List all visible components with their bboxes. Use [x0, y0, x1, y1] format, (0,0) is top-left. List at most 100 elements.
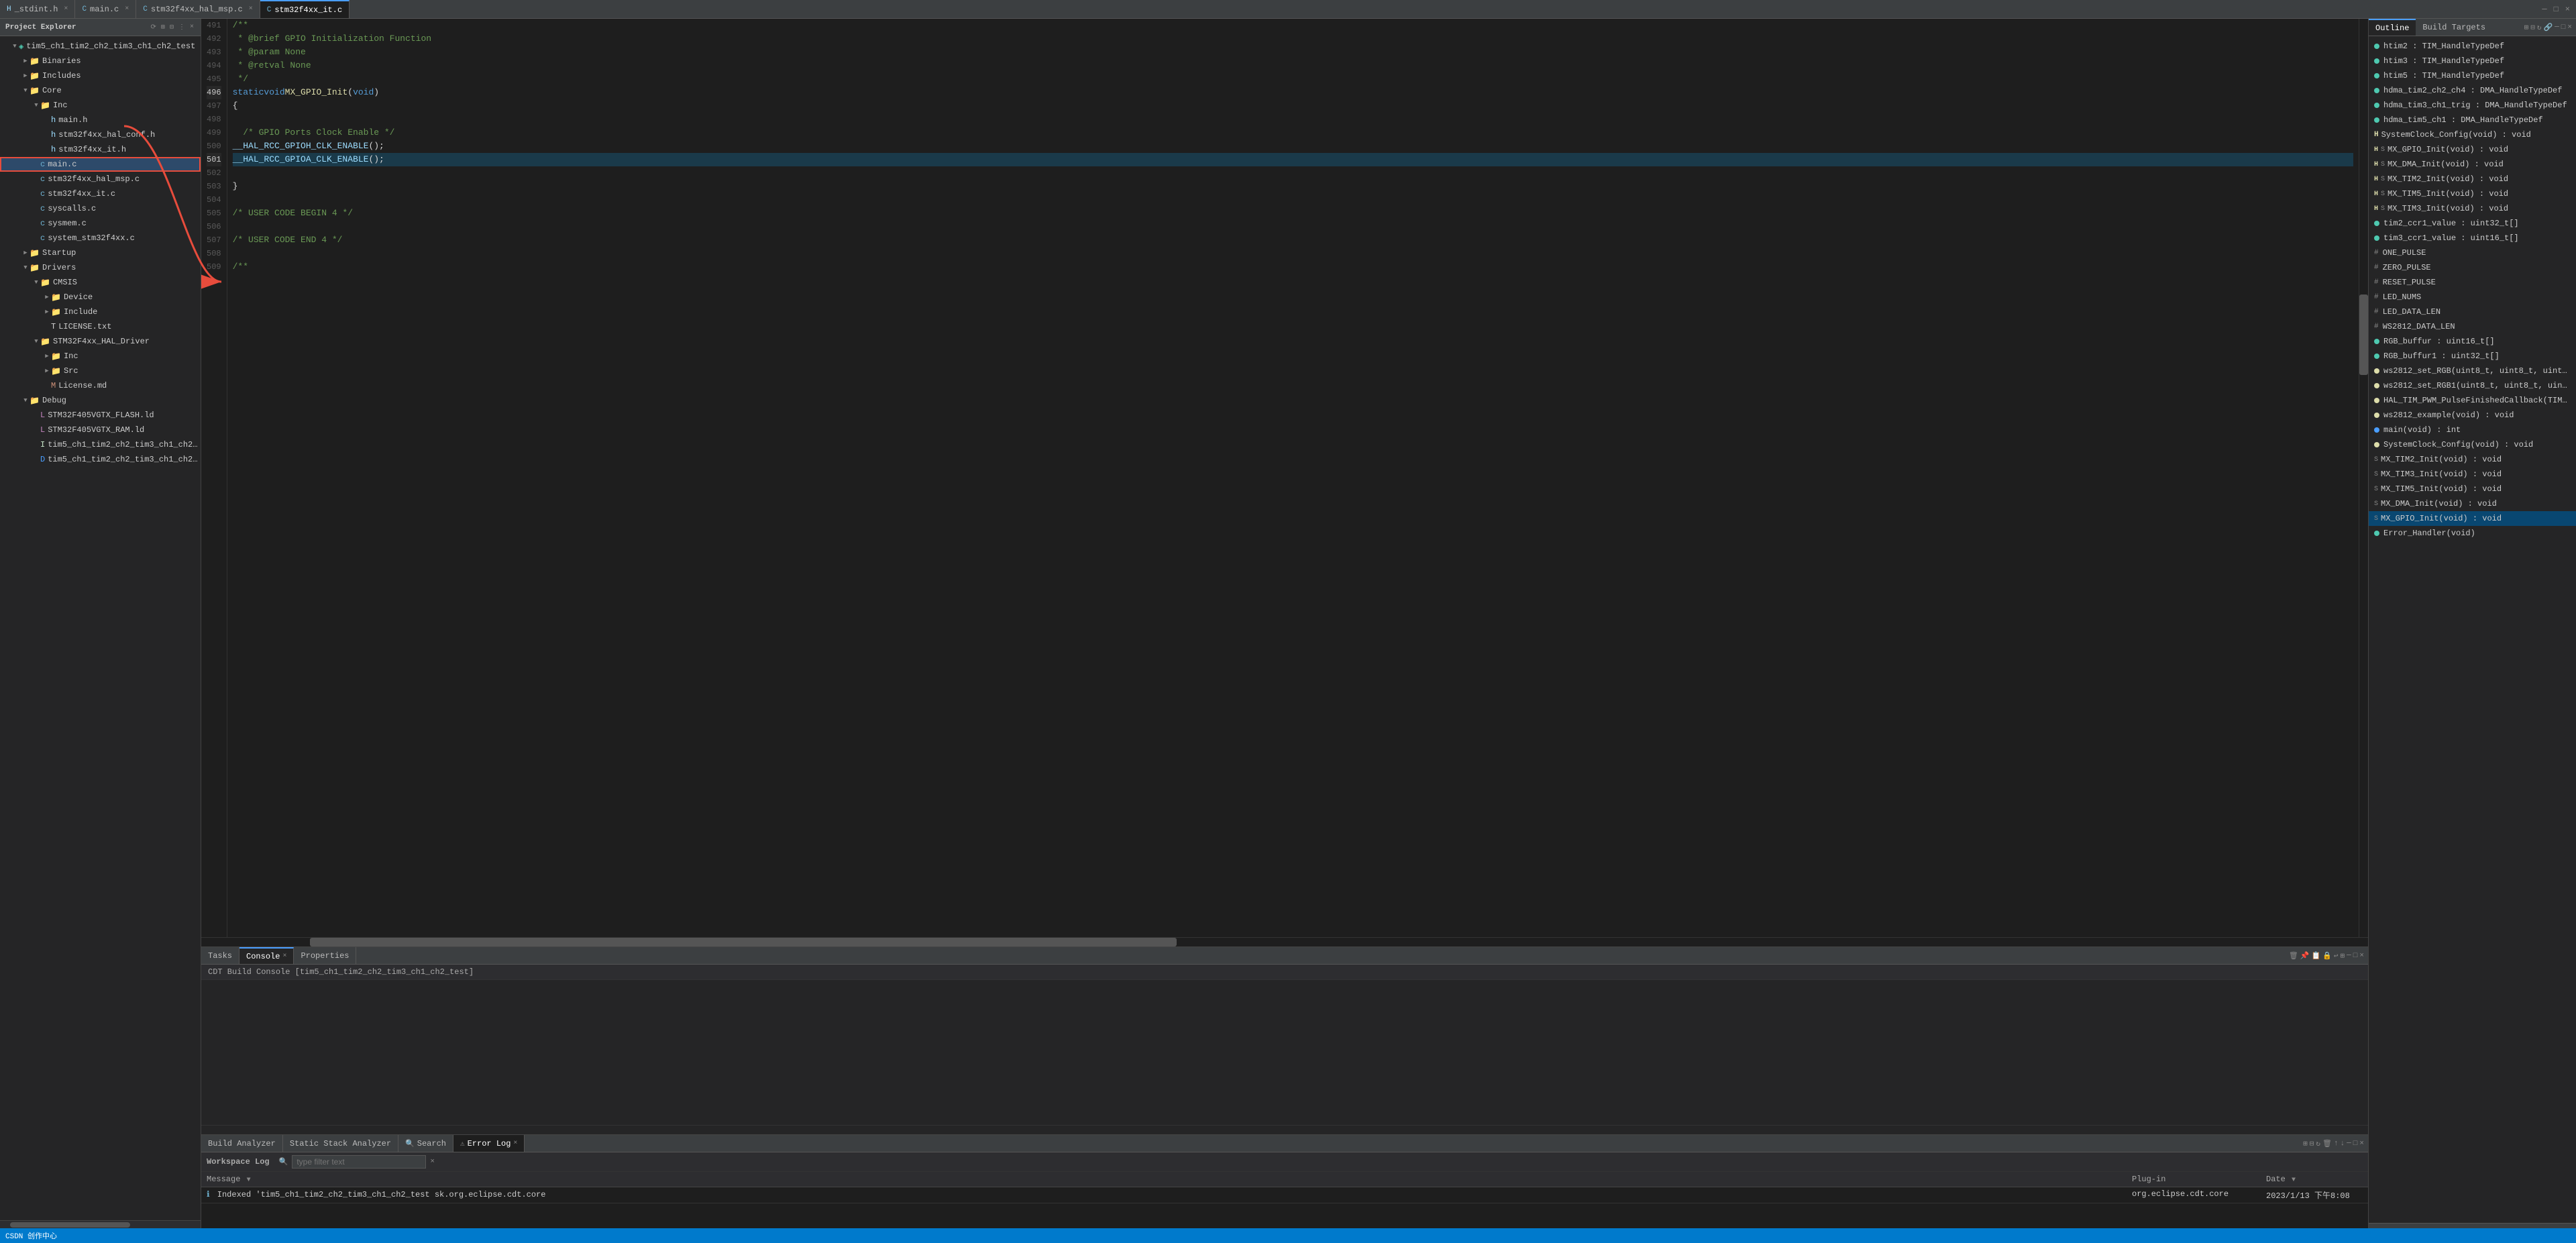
- filter-clear-btn[interactable]: ×: [430, 1158, 435, 1166]
- tab-build-targets[interactable]: Build Targets: [2416, 19, 2492, 36]
- col-date[interactable]: Date ▼: [2261, 1173, 2368, 1185]
- outline-ws2812-example[interactable]: ws2812_example(void) : void: [2369, 408, 2576, 423]
- outline-rgb-buffur[interactable]: RGB_buffur : uint16_t[]: [2369, 334, 2576, 349]
- outline-ws2812-set-rgb1[interactable]: ws2812_set_RGB1(uint8_t, uint8_t, uint8_…: [2369, 378, 2576, 393]
- tree-device[interactable]: ▶ 📁 Device: [0, 290, 201, 305]
- tree-it-c[interactable]: ▶ c stm32f4xx_it.c: [0, 186, 201, 201]
- outline-tim2-ccr1[interactable]: tim2_ccr1_value : uint32_t[]: [2369, 216, 2576, 231]
- log-btn-2[interactable]: ⊟: [2310, 1139, 2314, 1148]
- tab-properties[interactable]: Properties: [294, 947, 356, 964]
- sidebar-hscroll[interactable]: [0, 1220, 201, 1228]
- outline-tim3-ccr1[interactable]: tim3_ccr1_value : uint16_t[]: [2369, 231, 2576, 246]
- sort-date[interactable]: ▼: [2292, 1177, 2296, 1184]
- log-btn-3[interactable]: ↻: [2316, 1139, 2320, 1148]
- tree-startup[interactable]: ▶ 📁 Startup: [0, 246, 201, 260]
- sidebar-btn-2[interactable]: ⊞: [160, 23, 166, 32]
- console-body[interactable]: [201, 980, 2368, 1125]
- console-wrap-btn[interactable]: ↩: [2334, 951, 2339, 961]
- console-scroll-lock-btn[interactable]: 🔒: [2322, 951, 2332, 961]
- console-pin-btn[interactable]: 📌: [2300, 951, 2310, 961]
- outline-sysclk2[interactable]: SystemClock_Config(void) : void: [2369, 437, 2576, 452]
- minimize-btn[interactable]: ─: [2540, 3, 2548, 15]
- tree-root[interactable]: ▼ ◈ tim5_ch1_tim2_ch2_tim3_ch1_ch2_test: [0, 39, 201, 54]
- outline-hdma-tim2[interactable]: hdma_tim2_ch2_ch4 : DMA_HandleTypeDef: [2369, 83, 2576, 98]
- tree-hal-inc[interactable]: ▶ 📁 Inc: [0, 349, 201, 364]
- outline-ws2812-data-len[interactable]: # WS2812_DATA_LEN: [2369, 319, 2576, 334]
- tree-license-md[interactable]: ▶ M License.md: [0, 378, 201, 393]
- outline-mx-tim2[interactable]: H S MX_TIM2_Init(void) : void: [2369, 172, 2576, 186]
- tree-main-h[interactable]: ▶ h main.h: [0, 113, 201, 127]
- outline-btn-2[interactable]: ⊟: [2530, 23, 2535, 32]
- outline-htim5[interactable]: htim5 : TIM_HandleTypeDef: [2369, 68, 2576, 83]
- tree-hal-msp-c[interactable]: ▶ c stm32f4xx_hal_msp.c: [0, 172, 201, 186]
- log-row-0[interactable]: ℹ Indexed 'tim5_ch1_tim2_ch2_tim3_ch1_ch…: [201, 1187, 2368, 1203]
- sidebar-btn-3[interactable]: ⊟: [168, 23, 175, 32]
- tree-ram-ld[interactable]: ▶ L STM32F405VGTX_RAM.ld: [0, 423, 201, 437]
- outline-hdma-tim3[interactable]: hdma_tim3_ch1_trig : DMA_HandleTypeDef: [2369, 98, 2576, 113]
- outline-btn-6[interactable]: □: [2561, 23, 2566, 32]
- outline-btn-4[interactable]: 🔗: [2543, 23, 2553, 32]
- tab-build-analyzer[interactable]: Build Analyzer: [201, 1135, 283, 1152]
- console-maximize-btn[interactable]: □: [2353, 952, 2358, 960]
- log-btn-1[interactable]: ⊞: [2303, 1139, 2308, 1148]
- code-vscroll[interactable]: [2359, 19, 2368, 937]
- tree-license-txt[interactable]: ▶ T LICENSE.txt: [0, 319, 201, 334]
- outline-rgb-buffur1[interactable]: RGB_buffur1 : uint32_t[]: [2369, 349, 2576, 364]
- outline-btn-1[interactable]: ⊞: [2524, 23, 2529, 32]
- console-expand-btn[interactable]: ⊞: [2341, 951, 2345, 961]
- outline-hal-tim-cb[interactable]: HAL_TIM_PWM_PulseFinishedCallback(TIM_Ha: [2369, 393, 2576, 408]
- tab-outline[interactable]: Outline: [2369, 19, 2416, 36]
- outline-mx-dma[interactable]: H S MX_DMA_Init(void) : void: [2369, 157, 2576, 172]
- outline-htim3[interactable]: htim3 : TIM_HandleTypeDef: [2369, 54, 2576, 68]
- error-log-close[interactable]: ×: [513, 1140, 517, 1147]
- tree-hal-driver[interactable]: ▼ 📁 STM32F4xx_HAL_Driver: [0, 334, 201, 349]
- close-tabs-btn[interactable]: ×: [2563, 3, 2572, 15]
- tab-search[interactable]: 🔍 Search: [398, 1135, 453, 1152]
- sidebar-btn-5[interactable]: ×: [189, 23, 195, 32]
- outline-mx-tim3-s[interactable]: S MX_TIM3_Init(void) : void: [2369, 467, 2576, 482]
- sidebar-btn-1[interactable]: ⟳: [150, 23, 158, 32]
- tab-hal-it[interactable]: C stm32f4xx_it.c: [260, 0, 350, 18]
- tree-system-c[interactable]: ▶ c system_stm32f4xx.c: [0, 231, 201, 246]
- tree-flash-ld[interactable]: ▶ L STM32F405VGTX_FLASH.ld: [0, 408, 201, 423]
- tab-console[interactable]: Console ×: [239, 947, 294, 964]
- tree-hal-conf-h[interactable]: ▶ h stm32f4xx_hal_conf.h: [0, 127, 201, 142]
- tab-mainc-close[interactable]: ×: [125, 5, 129, 13]
- console-close[interactable]: ×: [282, 953, 286, 960]
- tree-debug[interactable]: ▼ 📁 Debug: [0, 393, 201, 408]
- outline-hdma-tim5[interactable]: hdma_tim5_ch1 : DMA_HandleTypeDef: [2369, 113, 2576, 127]
- tree-debug-cfg[interactable]: ▶ D tim5_ch1_tim2_ch2_tim3_ch1_ch2_test …: [0, 452, 201, 467]
- tree-drivers[interactable]: ▼ 📁 Drivers: [0, 260, 201, 275]
- outline-led-nums[interactable]: # LED_NUMS: [2369, 290, 2576, 305]
- console-clear-btn[interactable]: 🗑: [2289, 951, 2298, 961]
- tree-it-h[interactable]: ▶ h stm32f4xx_it.h: [0, 142, 201, 157]
- tree-binaries[interactable]: ▶ 📁 Binaries: [0, 54, 201, 68]
- tab-stdint[interactable]: H _stdint.h ×: [0, 0, 75, 18]
- outline-mx-gpio[interactable]: H S MX_GPIO_Init(void) : void: [2369, 142, 2576, 157]
- tree-main-c[interactable]: ▶ c main.c: [0, 157, 201, 172]
- outline-mx-tim5-s[interactable]: S MX_TIM5_Init(void) : void: [2369, 482, 2576, 496]
- tree-include[interactable]: ▶ 📁 Include: [0, 305, 201, 319]
- tab-error-log[interactable]: ⚠ Error Log ×: [453, 1135, 525, 1152]
- console-hscroll[interactable]: [201, 1125, 2368, 1134]
- outline-mx-tim3[interactable]: H S MX_TIM3_Init(void) : void: [2369, 201, 2576, 216]
- log-btn-8[interactable]: □: [2353, 1140, 2358, 1148]
- tab-tasks[interactable]: Tasks: [201, 947, 239, 964]
- log-btn-5[interactable]: ↑: [2334, 1140, 2339, 1148]
- outline-mx-gpio-s[interactable]: S MX_GPIO_Init(void) : void: [2369, 511, 2576, 526]
- outline-reset-pulse[interactable]: # RESET_PULSE: [2369, 275, 2576, 290]
- outline-btn-7[interactable]: ×: [2567, 23, 2572, 32]
- tree-hal-src[interactable]: ▶ 📁 Src: [0, 364, 201, 378]
- log-filter-input[interactable]: [292, 1155, 426, 1169]
- col-message[interactable]: Message ▼: [201, 1173, 2127, 1185]
- outline-btn-3[interactable]: ↻: [2537, 23, 2542, 32]
- outline-zero-pulse[interactable]: # ZERO_PULSE: [2369, 260, 2576, 275]
- tab-static-stack[interactable]: Static Stack Analyzer: [283, 1135, 398, 1152]
- outline-htim2[interactable]: htim2 : TIM_HandleTypeDef: [2369, 39, 2576, 54]
- outline-main[interactable]: main(void) : int: [2369, 423, 2576, 437]
- console-copy-btn[interactable]: 📋: [2312, 951, 2321, 961]
- outline-mx-tim2-s[interactable]: S MX_TIM2_Init(void) : void: [2369, 452, 2576, 467]
- tree-syscalls-c[interactable]: ▶ c syscalls.c: [0, 201, 201, 216]
- tree-sysmem-c[interactable]: ▶ c sysmem.c: [0, 216, 201, 231]
- outline-sysclk[interactable]: H SystemClock_Config(void) : void: [2369, 127, 2576, 142]
